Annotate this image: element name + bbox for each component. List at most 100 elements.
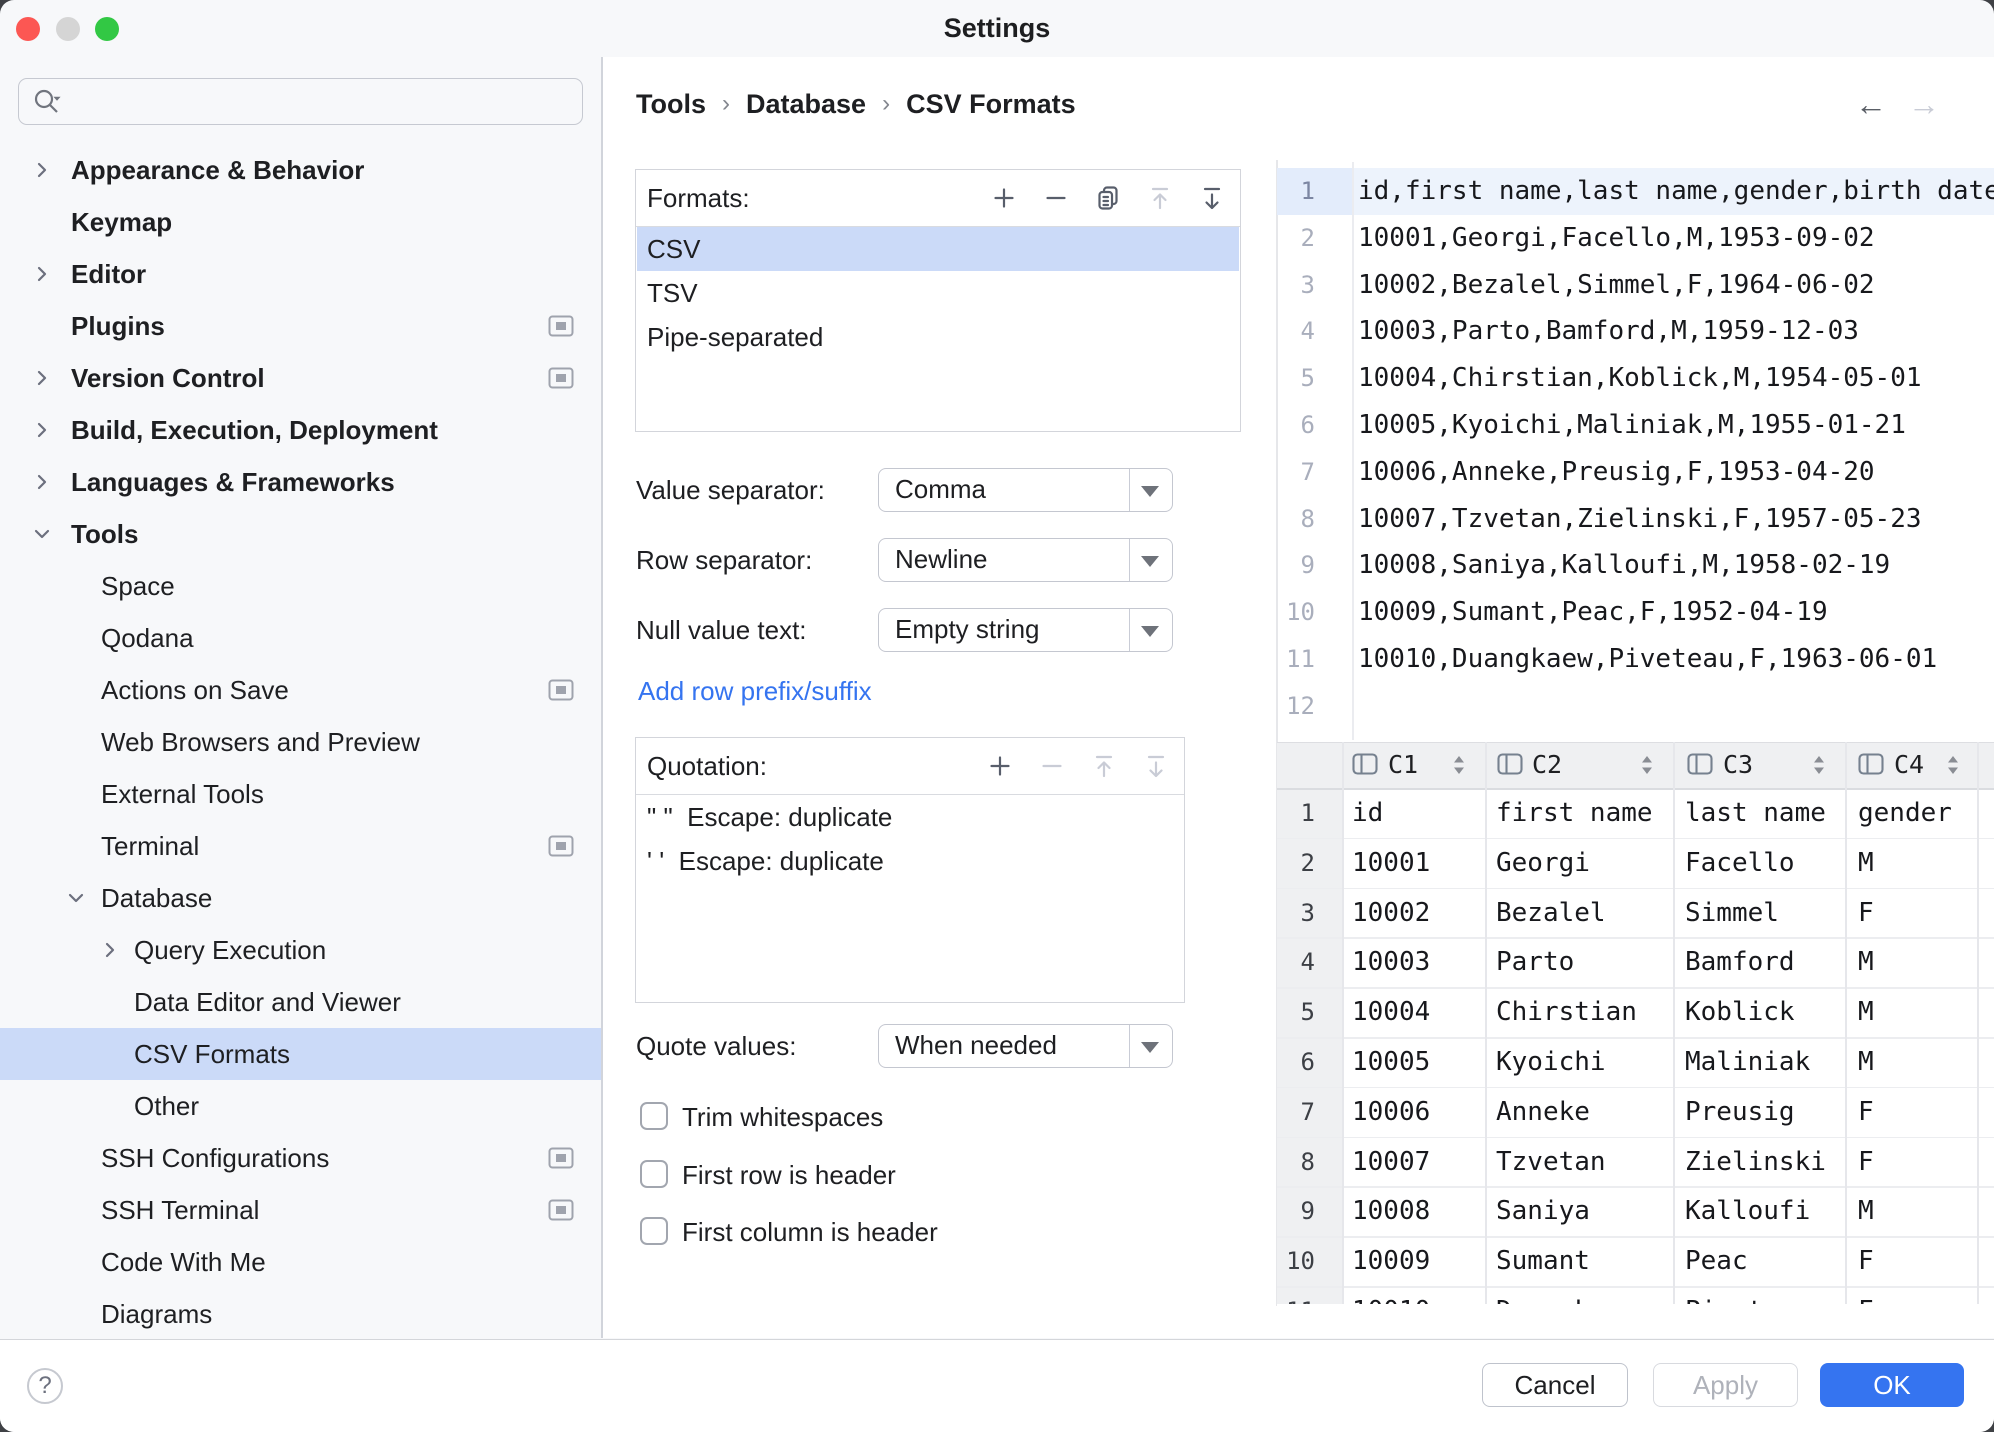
table-cell[interactable]: first name <box>1496 788 1653 838</box>
remove-icon[interactable] <box>1042 184 1070 212</box>
table-cell[interactable]: 10003 <box>1352 937 1430 987</box>
table-cell[interactable]: F <box>1858 1137 1874 1187</box>
table-cell[interactable]: Simmel <box>1685 888 1779 938</box>
table-cell[interactable]: M <box>1858 1186 1874 1236</box>
sidebar-item-code-with-me[interactable]: Code With Me <box>0 1236 601 1288</box>
table-cell[interactable]: 10005 <box>1352 1037 1430 1087</box>
table-cell[interactable]: id <box>1352 788 1383 838</box>
sidebar-item-version-control[interactable]: Version Control <box>0 352 601 404</box>
sidebar-item-csv-formats[interactable]: CSV Formats <box>0 1028 601 1080</box>
table-cell[interactable]: Facello <box>1685 838 1795 888</box>
sidebar-item-database[interactable]: Database <box>0 872 601 924</box>
breadcrumb-tools[interactable]: Tools <box>636 89 706 120</box>
table-cell[interactable]: 10006 <box>1352 1087 1430 1137</box>
table-cell[interactable]: last name <box>1685 788 1826 838</box>
search-input[interactable] <box>18 78 583 125</box>
table-cell[interactable]: Koblick <box>1685 987 1795 1037</box>
sidebar-item-ssh-configurations[interactable]: SSH Configurations <box>0 1132 601 1184</box>
format-item-tsv[interactable]: TSV <box>637 271 1239 315</box>
format-item-csv[interactable]: CSV <box>637 227 1239 271</box>
checkbox-label[interactable]: Trim whitespaces <box>682 1102 883 1130</box>
table-cell[interactable]: Bamford <box>1685 937 1795 987</box>
checkbox-first-row-is-header[interactable] <box>640 1160 668 1188</box>
sidebar-item-actions-on-save[interactable]: Actions on Save <box>0 664 601 716</box>
sidebar-item-space[interactable]: Space <box>0 560 601 612</box>
sidebar-item-data-editor-and-viewer[interactable]: Data Editor and Viewer <box>0 976 601 1028</box>
sidebar-item-plugins[interactable]: Plugins <box>0 300 601 352</box>
table-cell[interactable]: Anneke <box>1496 1087 1590 1137</box>
table-cell[interactable]: 10004 <box>1352 987 1430 1037</box>
ok-button[interactable]: OK <box>1820 1363 1964 1407</box>
sidebar-item-query-execution[interactable]: Query Execution <box>0 924 601 976</box>
back-arrow-icon[interactable]: ← <box>1855 86 1887 122</box>
add-row-prefix-suffix-link[interactable]: Add row prefix/suffix <box>638 676 872 707</box>
quote-values-dropdown[interactable]: When needed <box>878 1024 1173 1068</box>
sort-both-icon[interactable] <box>1946 754 1960 776</box>
table-cell[interactable]: Sumant <box>1496 1236 1590 1286</box>
table-cell[interactable]: F <box>1858 888 1874 938</box>
sidebar-item-external-tools[interactable]: External Tools <box>0 768 601 820</box>
chevron-right-icon[interactable] <box>30 418 54 442</box>
chevron-right-icon[interactable] <box>30 366 54 390</box>
sidebar-item-languages-frameworks[interactable]: Languages & Frameworks <box>0 456 601 508</box>
table-cell[interactable]: 10001 <box>1352 838 1430 888</box>
checkbox-label[interactable]: First row is header <box>682 1160 896 1188</box>
table-cell[interactable]: M <box>1858 937 1874 987</box>
table-cell[interactable]: F <box>1858 1236 1874 1286</box>
table-cell[interactable]: Peac <box>1685 1236 1748 1286</box>
table-cell[interactable]: 10007 <box>1352 1137 1430 1187</box>
table-cell[interactable]: Parto <box>1496 937 1574 987</box>
sidebar-item-terminal[interactable]: Terminal <box>0 820 601 872</box>
sidebar-item-qodana[interactable]: Qodana <box>0 612 601 664</box>
table-cell[interactable]: Chirstian <box>1496 987 1637 1037</box>
table-cell[interactable]: Preusig <box>1685 1087 1795 1137</box>
table-cell[interactable]: Zielinski <box>1685 1137 1826 1187</box>
chevron-right-icon[interactable] <box>30 158 54 182</box>
sort-both-icon[interactable] <box>1812 754 1826 776</box>
table-cell[interactable]: 10008 <box>1352 1186 1430 1236</box>
sidebar-item-ssh-terminal[interactable]: SSH Terminal <box>0 1184 601 1236</box>
sidebar-item-editor[interactable]: Editor <box>0 248 601 300</box>
dropdown-arrow-segment[interactable] <box>1129 609 1172 651</box>
table-cell[interactable]: Georgi <box>1496 838 1590 888</box>
table-column-header-c4[interactable]: C4 <box>1894 742 1924 788</box>
move-down-icon[interactable] <box>1198 184 1226 212</box>
quotation-item[interactable]: ' ' Escape: duplicate <box>637 839 1183 883</box>
sidebar-item-keymap[interactable]: Keymap <box>0 196 601 248</box>
table-cell[interactable]: M <box>1858 838 1874 888</box>
null-value-text-dropdown[interactable]: Empty string <box>878 608 1173 652</box>
add-icon[interactable] <box>986 752 1014 780</box>
table-cell[interactable]: F <box>1858 1087 1874 1137</box>
chevron-right-icon[interactable] <box>30 470 54 494</box>
table-cell[interactable]: Tzvetan <box>1496 1137 1606 1187</box>
table-column-header-c3[interactable]: C3 <box>1723 742 1753 788</box>
table-cell[interactable]: gender <box>1858 788 1952 838</box>
sidebar-item-appearance-behavior[interactable]: Appearance & Behavior <box>0 144 601 196</box>
checkbox-label[interactable]: First column is header <box>682 1217 938 1245</box>
checkbox-first-column-is-header[interactable] <box>640 1217 668 1245</box>
table-column-header-c2[interactable]: C2 <box>1532 742 1562 788</box>
cancel-button[interactable]: Cancel <box>1482 1363 1628 1407</box>
dropdown-arrow-segment[interactable] <box>1129 469 1172 511</box>
row-separator-dropdown[interactable]: Newline <box>878 538 1173 582</box>
value-separator-dropdown[interactable]: Comma <box>878 468 1173 512</box>
chevron-down-icon[interactable] <box>30 522 54 546</box>
dropdown-arrow-segment[interactable] <box>1129 1025 1172 1067</box>
chevron-right-icon[interactable] <box>98 938 122 962</box>
sort-both-icon[interactable] <box>1640 754 1654 776</box>
dropdown-arrow-segment[interactable] <box>1129 539 1172 581</box>
table-column-header-c1[interactable]: C1 <box>1388 742 1418 788</box>
copy-icon[interactable] <box>1094 184 1122 212</box>
table-cell[interactable]: Maliniak <box>1685 1037 1810 1087</box>
chevron-down-icon[interactable] <box>64 886 88 910</box>
table-cell[interactable]: Kyoichi <box>1496 1037 1606 1087</box>
chevron-right-icon[interactable] <box>30 262 54 286</box>
sort-both-icon[interactable] <box>1452 754 1466 776</box>
table-cell[interactable]: M <box>1858 1037 1874 1087</box>
table-cell[interactable]: Bezalel <box>1496 888 1606 938</box>
checkbox-trim-whitespaces[interactable] <box>640 1102 668 1130</box>
breadcrumb-database[interactable]: Database <box>746 89 866 120</box>
sidebar-item-diagrams[interactable]: Diagrams <box>0 1288 601 1340</box>
table-cell[interactable]: M <box>1858 987 1874 1037</box>
sidebar-item-web-browsers-and-preview[interactable]: Web Browsers and Preview <box>0 716 601 768</box>
